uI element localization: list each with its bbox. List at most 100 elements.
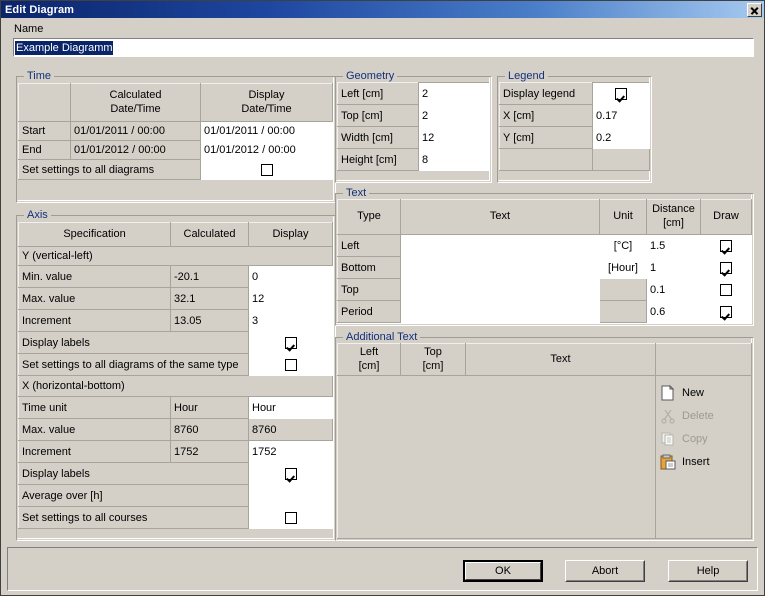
text-row-period-draw-cell[interactable]: [700, 300, 752, 323]
axis-header-display: Display: [248, 222, 333, 247]
text-row-period-text-input[interactable]: [400, 300, 600, 323]
text-row-period-distance-input[interactable]: 0.6: [646, 300, 701, 323]
legend-display-checkbox[interactable]: [615, 87, 627, 100]
axis-y-display-labels-checkbox[interactable]: [284, 336, 297, 349]
text-row-top-draw-cell[interactable]: [700, 278, 752, 301]
name-input-value: Example Diagramm: [15, 40, 113, 55]
legend-display-checkbox-cell[interactable]: [592, 82, 650, 105]
text-row-period-unit-value: [599, 300, 647, 323]
geometry-top-input[interactable]: 2: [418, 104, 490, 127]
abort-button-label: Abort: [591, 565, 619, 577]
text-row-bottom-draw-cell[interactable]: [700, 256, 752, 279]
geometry-width-input[interactable]: 12: [418, 126, 490, 149]
time-set-all-checkbox[interactable]: [260, 163, 273, 176]
axis-x-display-labels-checkbox[interactable]: [284, 467, 297, 480]
text-header-unit: Unit: [599, 199, 647, 235]
text-row-left-draw-cell[interactable]: [700, 234, 752, 257]
geometry-left-input[interactable]: 2: [418, 82, 490, 105]
table-row: X [cm] 0.17: [499, 104, 650, 127]
table-row: Min. value -20.1 0: [18, 265, 333, 288]
close-icon[interactable]: [747, 2, 762, 17]
axis-y-increment-display-input[interactable]: 3: [248, 309, 333, 332]
text-row-left-draw-checkbox[interactable]: [720, 239, 732, 252]
geometry-width-label: Width [cm]: [337, 126, 419, 149]
axis-y-section-row: Y (vertical-left): [18, 246, 333, 266]
axis-y-set-all-checkbox-cell[interactable]: [248, 353, 333, 376]
table-row: Set settings to all diagrams: [18, 159, 333, 180]
table-row: Top 0.1: [337, 278, 752, 301]
delete-button-label: Delete: [682, 409, 714, 422]
time-group-title: Time: [24, 70, 55, 82]
new-page-icon: [660, 384, 676, 401]
axis-x-increment-calculated: 1752: [170, 440, 249, 463]
legend-display-label: Display legend: [499, 82, 593, 105]
help-button[interactable]: Help: [668, 560, 748, 582]
time-row-start-display-input[interactable]: 01/01/2011 / 00:00: [200, 121, 333, 141]
additional-text-empty-body[interactable]: [337, 375, 656, 539]
axis-x-set-all-checkbox-cell[interactable]: [248, 506, 333, 529]
geometry-height-input[interactable]: 8: [418, 148, 490, 171]
time-row-end-calculated: 01/01/2012 / 00:00: [70, 140, 201, 160]
axis-x-timeunit-calculated: Hour: [170, 396, 249, 419]
legend-group: Legend Display legend X [cm] 0.17 Y [cm]…: [497, 70, 652, 183]
text-row-top-distance-input[interactable]: 0.1: [646, 278, 701, 301]
text-row-bottom-draw-checkbox[interactable]: [720, 261, 732, 274]
additional-text-group-content: Left [cm] Top [cm] Text New Delete Copy …: [335, 337, 754, 541]
legend-y-input[interactable]: 0.2: [592, 126, 650, 149]
text-row-left-unit-input[interactable]: [°C]: [599, 234, 647, 257]
insert-button[interactable]: Insert: [660, 453, 751, 470]
text-row-left-text-input[interactable]: [400, 234, 600, 257]
axis-y-set-all-checkbox[interactable]: [284, 358, 297, 371]
table-row: Max. value 32.1 12: [18, 287, 333, 310]
text-row-top-unit-value: [599, 278, 647, 301]
axis-x-increment-display-input[interactable]: 1752: [248, 440, 333, 463]
axis-x-average-input[interactable]: [248, 484, 333, 507]
name-input[interactable]: Example Diagramm: [13, 38, 754, 57]
legend-table: Display legend X [cm] 0.17 Y [cm] 0.2: [499, 82, 650, 171]
ok-button[interactable]: OK: [463, 560, 543, 582]
axis-x-timeunit-label: Time unit: [18, 396, 171, 419]
text-row-bottom-unit-input[interactable]: [Hour]: [599, 256, 647, 279]
axis-y-min-label: Min. value: [18, 265, 171, 288]
abort-button[interactable]: Abort: [565, 560, 645, 582]
additional-text-header-actions: [655, 342, 752, 377]
axis-y-max-display-input[interactable]: 12: [248, 287, 333, 310]
text-row-top-text-input[interactable]: [400, 278, 600, 301]
copy-button-label: Copy: [682, 432, 708, 445]
text-row-bottom-text-input[interactable]: [400, 256, 600, 279]
axis-y-display-labels-checkbox-cell[interactable]: [248, 331, 333, 354]
axis-y-min-display-input[interactable]: 0: [248, 265, 333, 288]
legend-x-input[interactable]: 0.17: [592, 104, 650, 127]
text-row-top-draw-checkbox[interactable]: [720, 283, 732, 296]
time-group-content: Calculated Date/Time Display Date/Time S…: [16, 76, 336, 203]
axis-x-display-labels-checkbox-cell[interactable]: [248, 462, 333, 485]
time-header-display: Display Date/Time: [200, 83, 333, 122]
window-title: Edit Diagram: [5, 3, 75, 16]
time-set-all-checkbox-cell[interactable]: [200, 159, 333, 180]
text-row-left-distance-input[interactable]: 1.5: [646, 234, 701, 257]
footer-panel: OK Abort Help: [7, 547, 758, 591]
time-row-end-display-input[interactable]: 01/01/2012 / 00:00: [200, 140, 333, 160]
axis-y-display-labels-label: Display labels: [18, 331, 249, 354]
text-row-period-draw-checkbox[interactable]: [720, 305, 732, 318]
table-row: Height [cm] 8: [337, 148, 490, 171]
new-button[interactable]: New: [660, 384, 751, 401]
axis-x-timeunit-display-input[interactable]: Hour: [248, 396, 333, 419]
text-row-bottom-type: Bottom: [337, 256, 401, 279]
additional-text-group: Additional Text Left [cm] Top [cm] Text: [335, 331, 754, 541]
axis-x-set-all-checkbox[interactable]: [284, 511, 297, 524]
legend-y-label: Y [cm]: [499, 126, 593, 149]
axis-x-display-labels-label: Display labels: [18, 462, 249, 485]
table-row: Width [cm] 12: [337, 126, 490, 149]
additional-text-header-left-line1: Left: [359, 345, 379, 358]
additional-text-actions: New Delete Copy Insert: [660, 384, 751, 470]
text-row-bottom-distance-input[interactable]: 1: [646, 256, 701, 279]
text-header-draw: Draw: [700, 199, 752, 235]
text-header-type: Type: [337, 199, 401, 235]
axis-y-increment-calculated: 13.05: [170, 309, 249, 332]
copy-pages-icon: [660, 431, 676, 447]
table-row: Left [cm] 2: [337, 82, 490, 105]
time-row-start-label: Start: [18, 121, 71, 141]
time-header-calculated-line2: Date/Time: [110, 102, 161, 115]
ok-button-label: OK: [495, 565, 511, 577]
